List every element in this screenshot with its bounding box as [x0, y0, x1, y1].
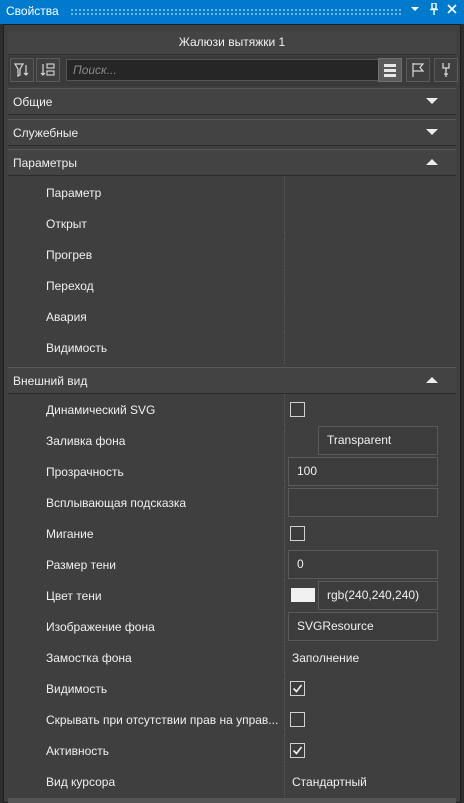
shadow-size-field[interactable]: 0 — [288, 550, 438, 579]
property-row: Размер тени 0 — [8, 549, 456, 580]
chevron-down-icon[interactable] — [407, 3, 423, 19]
property-name: Замостка фона — [46, 651, 132, 665]
wrench-icon — [442, 63, 450, 77]
section-general-label: Общие — [13, 95, 53, 109]
chevron-up-icon[interactable] — [426, 376, 438, 384]
section-parameters-label: Параметры — [13, 156, 77, 170]
property-name: Параметр — [46, 186, 102, 200]
background-image-field[interactable]: SVGResource — [288, 612, 438, 641]
section-appearance[interactable]: Внешний вид — [8, 367, 456, 394]
property-row: Мигание — [8, 518, 456, 549]
property-name: Открыт — [46, 217, 87, 231]
property-name: Видимость — [46, 682, 108, 696]
property-name: Мигание — [46, 527, 94, 541]
property-name: Размер тени — [46, 558, 116, 572]
property-name: Переход — [46, 279, 94, 293]
property-name: Активность — [46, 744, 110, 758]
property-name: Изображение фона — [46, 620, 155, 634]
chevron-up-icon[interactable] — [426, 158, 438, 166]
property-row: Прозрачность 100 — [8, 456, 456, 487]
property-name: Видимость — [46, 341, 108, 355]
background-tiling-value[interactable]: Заполнение — [292, 651, 359, 665]
check-icon — [292, 684, 303, 693]
property-row[interactable]: Открыт — [8, 208, 456, 239]
property-name: Цвет тени — [46, 589, 102, 603]
list-view-icon — [384, 64, 396, 77]
object-name: Жалюзи вытяжки 1 — [8, 32, 456, 55]
section-service-label: Служебные — [13, 126, 79, 140]
property-row: Вид курсора Стандартный — [8, 766, 456, 797]
active-checkbox[interactable] — [290, 743, 305, 758]
property-row[interactable]: Авария — [8, 301, 456, 332]
property-name: Всплывающая подсказка — [46, 496, 187, 510]
property-name: Прогрев — [46, 248, 93, 262]
sort-button[interactable] — [36, 58, 60, 82]
property-row: Динамический SVG — [8, 394, 456, 425]
shadow-color-swatch[interactable] — [291, 588, 315, 602]
property-row[interactable]: Переход — [8, 270, 456, 301]
filter-button[interactable] — [10, 58, 34, 82]
visibility-checkbox[interactable] — [290, 681, 305, 696]
property-row: Заливка фона Transparent — [8, 425, 456, 456]
blink-checkbox[interactable] — [290, 526, 305, 541]
property-row: Видимость — [8, 673, 456, 704]
section-parameters[interactable]: Параметры — [8, 149, 456, 176]
panel-title: Свойства — [6, 4, 59, 18]
hide-without-rights-checkbox[interactable] — [290, 712, 305, 727]
property-row: Всплывающая подсказка — [8, 487, 456, 518]
tooltip-field[interactable] — [288, 488, 438, 517]
close-icon[interactable] — [444, 3, 460, 19]
events-button[interactable] — [406, 58, 430, 82]
background-fill-field[interactable]: Transparent — [318, 426, 438, 455]
property-name: Авария — [46, 310, 87, 324]
dynamic-svg-checkbox[interactable] — [290, 402, 305, 417]
flag-icon — [412, 63, 425, 77]
property-name: Вид курсора — [46, 775, 116, 789]
chevron-down-icon[interactable] — [426, 128, 438, 136]
toolbar — [8, 56, 458, 86]
section-general[interactable]: Общие — [8, 88, 456, 115]
property-row: Скрывать при отсутствии прав на управ... — [8, 704, 456, 735]
panel-titlebar[interactable]: Свойства — [0, 0, 464, 24]
pin-icon[interactable] — [426, 2, 442, 19]
chevron-down-icon[interactable] — [426, 97, 438, 105]
check-icon — [292, 746, 303, 755]
properties-button[interactable] — [434, 58, 458, 82]
horizontal-scrollbar[interactable] — [8, 798, 456, 803]
property-row: Активность — [8, 735, 456, 766]
opacity-field[interactable]: 100 — [288, 457, 438, 486]
property-row[interactable]: Видимость — [8, 332, 456, 363]
property-name: Прозрачность — [46, 465, 124, 479]
property-row[interactable]: Прогрев — [8, 239, 456, 270]
filter-icon — [14, 63, 29, 77]
property-name: Заливка фона — [46, 434, 126, 448]
cursor-type-value[interactable]: Стандартный — [292, 775, 367, 789]
section-service[interactable]: Служебные — [8, 119, 456, 146]
property-name: Скрывать при отсутствии прав на управ... — [46, 713, 279, 727]
property-row[interactable]: Параметр — [8, 177, 456, 208]
property-row: Изображение фона SVGResource — [8, 611, 456, 642]
drag-grip[interactable] — [70, 8, 402, 16]
section-appearance-label: Внешний вид — [13, 374, 88, 388]
property-name: Динамический SVG — [46, 403, 156, 417]
shadow-color-field[interactable]: rgb(240,240,240) — [318, 581, 438, 610]
search-input[interactable] — [66, 59, 382, 81]
property-row: Цвет тени rgb(240,240,240) — [8, 580, 456, 611]
sort-icon — [40, 63, 55, 76]
list-view-button[interactable] — [378, 58, 402, 82]
property-row: Замостка фона Заполнение — [8, 642, 456, 673]
